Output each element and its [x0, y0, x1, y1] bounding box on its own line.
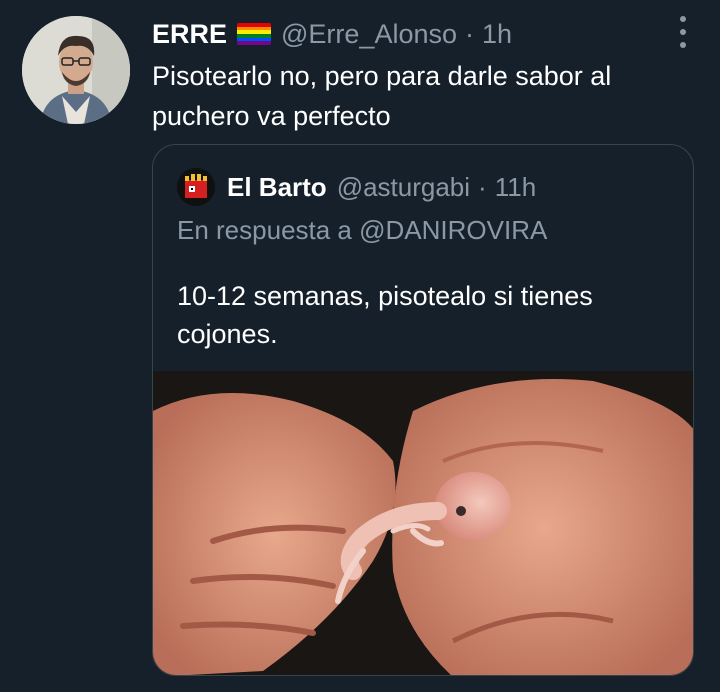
quoted-tweet-card[interactable]: El Barto @asturgabi · 11h En respuesta a…	[152, 144, 694, 676]
rainbow-flag-icon	[237, 23, 272, 45]
author-avatar[interactable]	[22, 16, 130, 124]
quoted-author-handle[interactable]: @asturgabi	[337, 172, 470, 203]
reply-to-label[interactable]: En respuesta a @DANIROVIRA	[177, 215, 547, 246]
tweet-timestamp[interactable]: 1h	[482, 19, 512, 50]
quoted-separator-dot: ·	[478, 171, 487, 202]
separator-dot: ·	[465, 18, 475, 49]
author-handle[interactable]: @Erre_Alonso	[281, 19, 457, 50]
quoted-author-avatar	[177, 168, 215, 206]
tweet-text: Pisotearlo no, pero para darle sabor al …	[152, 61, 612, 131]
quoted-tweet-image[interactable]	[153, 371, 693, 675]
quoted-tweet-text: 10-12 semanas, pisotealo si tienes cojon…	[177, 281, 593, 349]
quoted-tweet-header: El Barto @asturgabi · 11h	[177, 167, 536, 207]
quoted-author-display-name[interactable]: El Barto	[227, 172, 327, 203]
author-display-name[interactable]: ERRE	[152, 19, 227, 50]
tweet-header: ERRE @Erre_Alonso · 1h	[152, 14, 660, 54]
more-options-icon[interactable]	[676, 16, 690, 48]
quoted-tweet-timestamp[interactable]: 11h	[495, 172, 536, 203]
